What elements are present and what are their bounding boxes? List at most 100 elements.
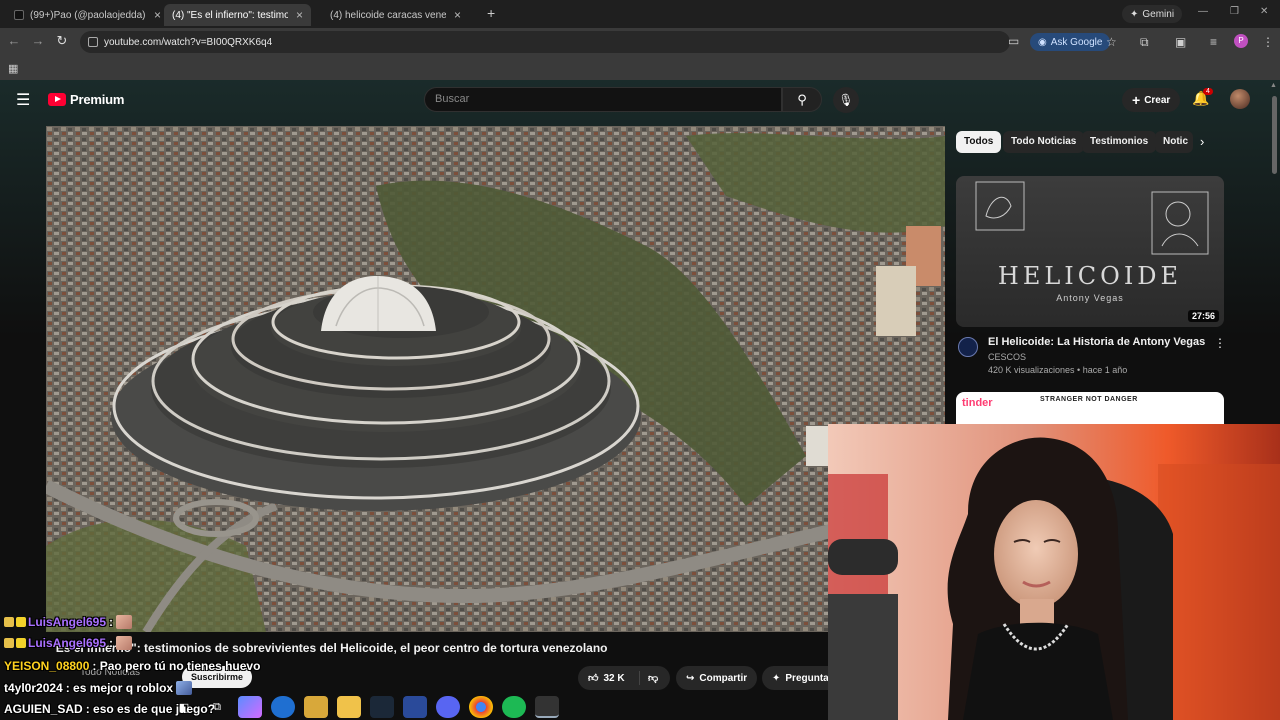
hamburger-menu-icon[interactable]: ☰ xyxy=(16,90,30,110)
store-icon[interactable] xyxy=(337,696,361,718)
chat-username: LuisAngel695 xyxy=(28,615,107,629)
file-explorer-icon[interactable] xyxy=(304,696,328,718)
close-icon[interactable]: × xyxy=(454,8,461,22)
back-button[interactable]: ← xyxy=(5,33,23,48)
search-button[interactable]: ⚲ xyxy=(782,87,822,112)
tab-youtube-video[interactable]: (4) "Es el infierno": testimonios de sob… xyxy=(164,4,312,94)
chip-noticias[interactable]: Notic xyxy=(1155,131,1193,153)
obs-icon[interactable] xyxy=(535,696,559,718)
thumbnail-subtitle: Antony Vegas xyxy=(1056,293,1124,303)
chip-testimonios[interactable]: Testimonios xyxy=(1082,131,1157,153)
ask-google-button[interactable]: ◉ Ask Google xyxy=(1030,33,1111,51)
chat-badge-icon xyxy=(16,638,26,648)
ask-google-label: Ask Google xyxy=(1050,36,1103,48)
chrome-icon[interactable] xyxy=(469,696,493,718)
bookmark-star-icon[interactable]: ☆ xyxy=(1106,35,1117,49)
notification-badge: 4 xyxy=(1203,88,1213,95)
discord-icon[interactable] xyxy=(436,696,460,718)
logo-text: Premium xyxy=(70,92,125,107)
chat-message: YEISON_08800 : Pao pero tú no tienes hue… xyxy=(4,656,260,676)
scroll-up-arrow[interactable]: ▲ xyxy=(1270,82,1277,89)
tiktok-icon xyxy=(14,10,24,20)
ask-button[interactable]: ✦ Preguntar xyxy=(762,666,828,690)
reading-list-icon[interactable]: ≡ xyxy=(1210,35,1217,49)
search-input[interactable]: Buscar xyxy=(424,87,782,112)
tab-title: (4) helicoide caracas venezuela xyxy=(330,9,446,21)
share-label: Compartir xyxy=(699,672,748,684)
site-info-icon[interactable] xyxy=(88,37,98,47)
mail-icon[interactable] xyxy=(403,696,427,718)
chat-message: LuisAngel695 : xyxy=(4,633,133,653)
restore-button[interactable]: ❐ xyxy=(1230,6,1239,17)
thumbnail-title: HELICOIDE xyxy=(997,262,1183,290)
sparkle-icon: ✦ xyxy=(772,672,781,684)
profile-avatar[interactable]: P xyxy=(1234,34,1248,48)
taskbar: ◧ ⧉ xyxy=(160,694,590,720)
tab-title: (99+)Pao (@paolaojedda) | TikTok xyxy=(30,9,146,21)
duration-badge: 27:56 xyxy=(1187,310,1219,322)
avatar[interactable] xyxy=(1230,89,1250,109)
chat-text: : xyxy=(109,615,114,629)
chip-todos[interactable]: Todos xyxy=(956,131,1002,153)
search-icon: ⚲ xyxy=(797,92,807,107)
ask-label: Preguntar xyxy=(785,672,828,684)
widgets-icon[interactable]: ◧ xyxy=(172,696,196,718)
chat-username: t4yl0r2024 xyxy=(4,681,63,695)
share-button[interactable]: ↪ Compartir xyxy=(676,666,758,690)
extensions-icon[interactable]: ⧉ xyxy=(1140,35,1149,50)
chat-message: LuisAngel695 : xyxy=(4,612,133,632)
cast-icon[interactable]: ▭ xyxy=(1008,34,1019,48)
close-window-button[interactable]: ✕ xyxy=(1260,6,1268,17)
chat-username: YEISON_08800 xyxy=(4,659,90,673)
like-count: 32 K xyxy=(603,672,625,684)
task-view-icon[interactable]: ⧉ xyxy=(205,696,229,718)
minimize-button[interactable]: — xyxy=(1198,6,1208,17)
recommendation-channel[interactable]: CESCOS xyxy=(988,352,1026,362)
chip-todo-noticias[interactable]: Todo Noticias xyxy=(1003,131,1085,153)
tab-youtube-search[interactable]: (4) helicoide caracas venezuela × xyxy=(322,4,469,94)
bookmarks-bar: ▦ xyxy=(0,56,1280,80)
youtube-logo[interactable]: Premium xyxy=(48,92,124,107)
video-player[interactable] xyxy=(46,126,945,632)
more-vert-icon[interactable]: ⋮ xyxy=(1214,336,1226,350)
chat-text: : xyxy=(109,636,114,650)
mic-icon: 🎙 xyxy=(838,93,854,107)
close-icon[interactable]: × xyxy=(296,8,303,22)
like-button[interactable]: 👍︎ 32 K xyxy=(578,671,640,685)
forward-button[interactable]: → xyxy=(29,33,47,48)
scrollbar-thumb[interactable] xyxy=(1272,96,1277,174)
chat-username: LuisAngel695 xyxy=(28,636,107,650)
tab-title: (4) "Es el infierno": testimonios de sob… xyxy=(172,9,288,21)
sidepanel-icon[interactable]: ▣ xyxy=(1175,35,1186,49)
recommendation-title[interactable]: El Helicoide: La Historia de Antony Vega… xyxy=(988,336,1205,348)
create-button[interactable]: + Crear xyxy=(1122,88,1181,112)
new-tab-button[interactable]: + xyxy=(487,5,495,21)
chat-badge-icon xyxy=(4,617,14,627)
webcam-overlay xyxy=(828,424,1280,720)
reload-button[interactable]: ↻ xyxy=(53,33,71,49)
apps-grid-icon[interactable]: ▦ xyxy=(8,62,18,75)
gemini-button[interactable]: ✦ Gemini xyxy=(1122,5,1183,23)
chat-badge-icon xyxy=(16,617,26,627)
share-icon: ↪ xyxy=(686,672,695,684)
like-icon: 👍︎ xyxy=(588,673,599,684)
dislike-button[interactable]: 👎︎ xyxy=(640,672,658,684)
steam-icon[interactable] xyxy=(370,696,394,718)
ad-thumbnail[interactable]: tinder STRANGER NOT DANGER xyxy=(956,392,1224,424)
tab-tiktok[interactable]: (99+)Pao (@paolaojedda) | TikTok × xyxy=(6,4,169,26)
channel-avatar[interactable] xyxy=(958,337,978,357)
gemini-label: Gemini xyxy=(1142,8,1175,20)
recommendation-thumbnail[interactable]: HELICOIDE Antony Vegas 27:56 xyxy=(956,176,1224,327)
copilot-icon[interactable] xyxy=(238,696,262,718)
edge-icon[interactable] xyxy=(271,696,295,718)
close-icon[interactable]: × xyxy=(154,8,161,22)
chevron-right-icon[interactable]: › xyxy=(1200,134,1204,149)
spotify-icon[interactable] xyxy=(502,696,526,718)
chat-text: : Pao pero tú no tienes huevo xyxy=(92,659,261,673)
voice-search-button[interactable]: 🎙 xyxy=(833,87,859,113)
ad-banner-text: STRANGER NOT DANGER xyxy=(1040,396,1138,403)
tinder-logo: tinder xyxy=(962,397,993,409)
url-field[interactable]: youtube.com/watch?v=BI00QRXK6q4 xyxy=(80,31,1010,53)
more-menu-icon[interactable]: ⋮ xyxy=(1262,35,1274,49)
address-bar-row: ← → ↻ youtube.com/watch?v=BI00QRXK6q4 ▭ … xyxy=(0,28,1280,56)
